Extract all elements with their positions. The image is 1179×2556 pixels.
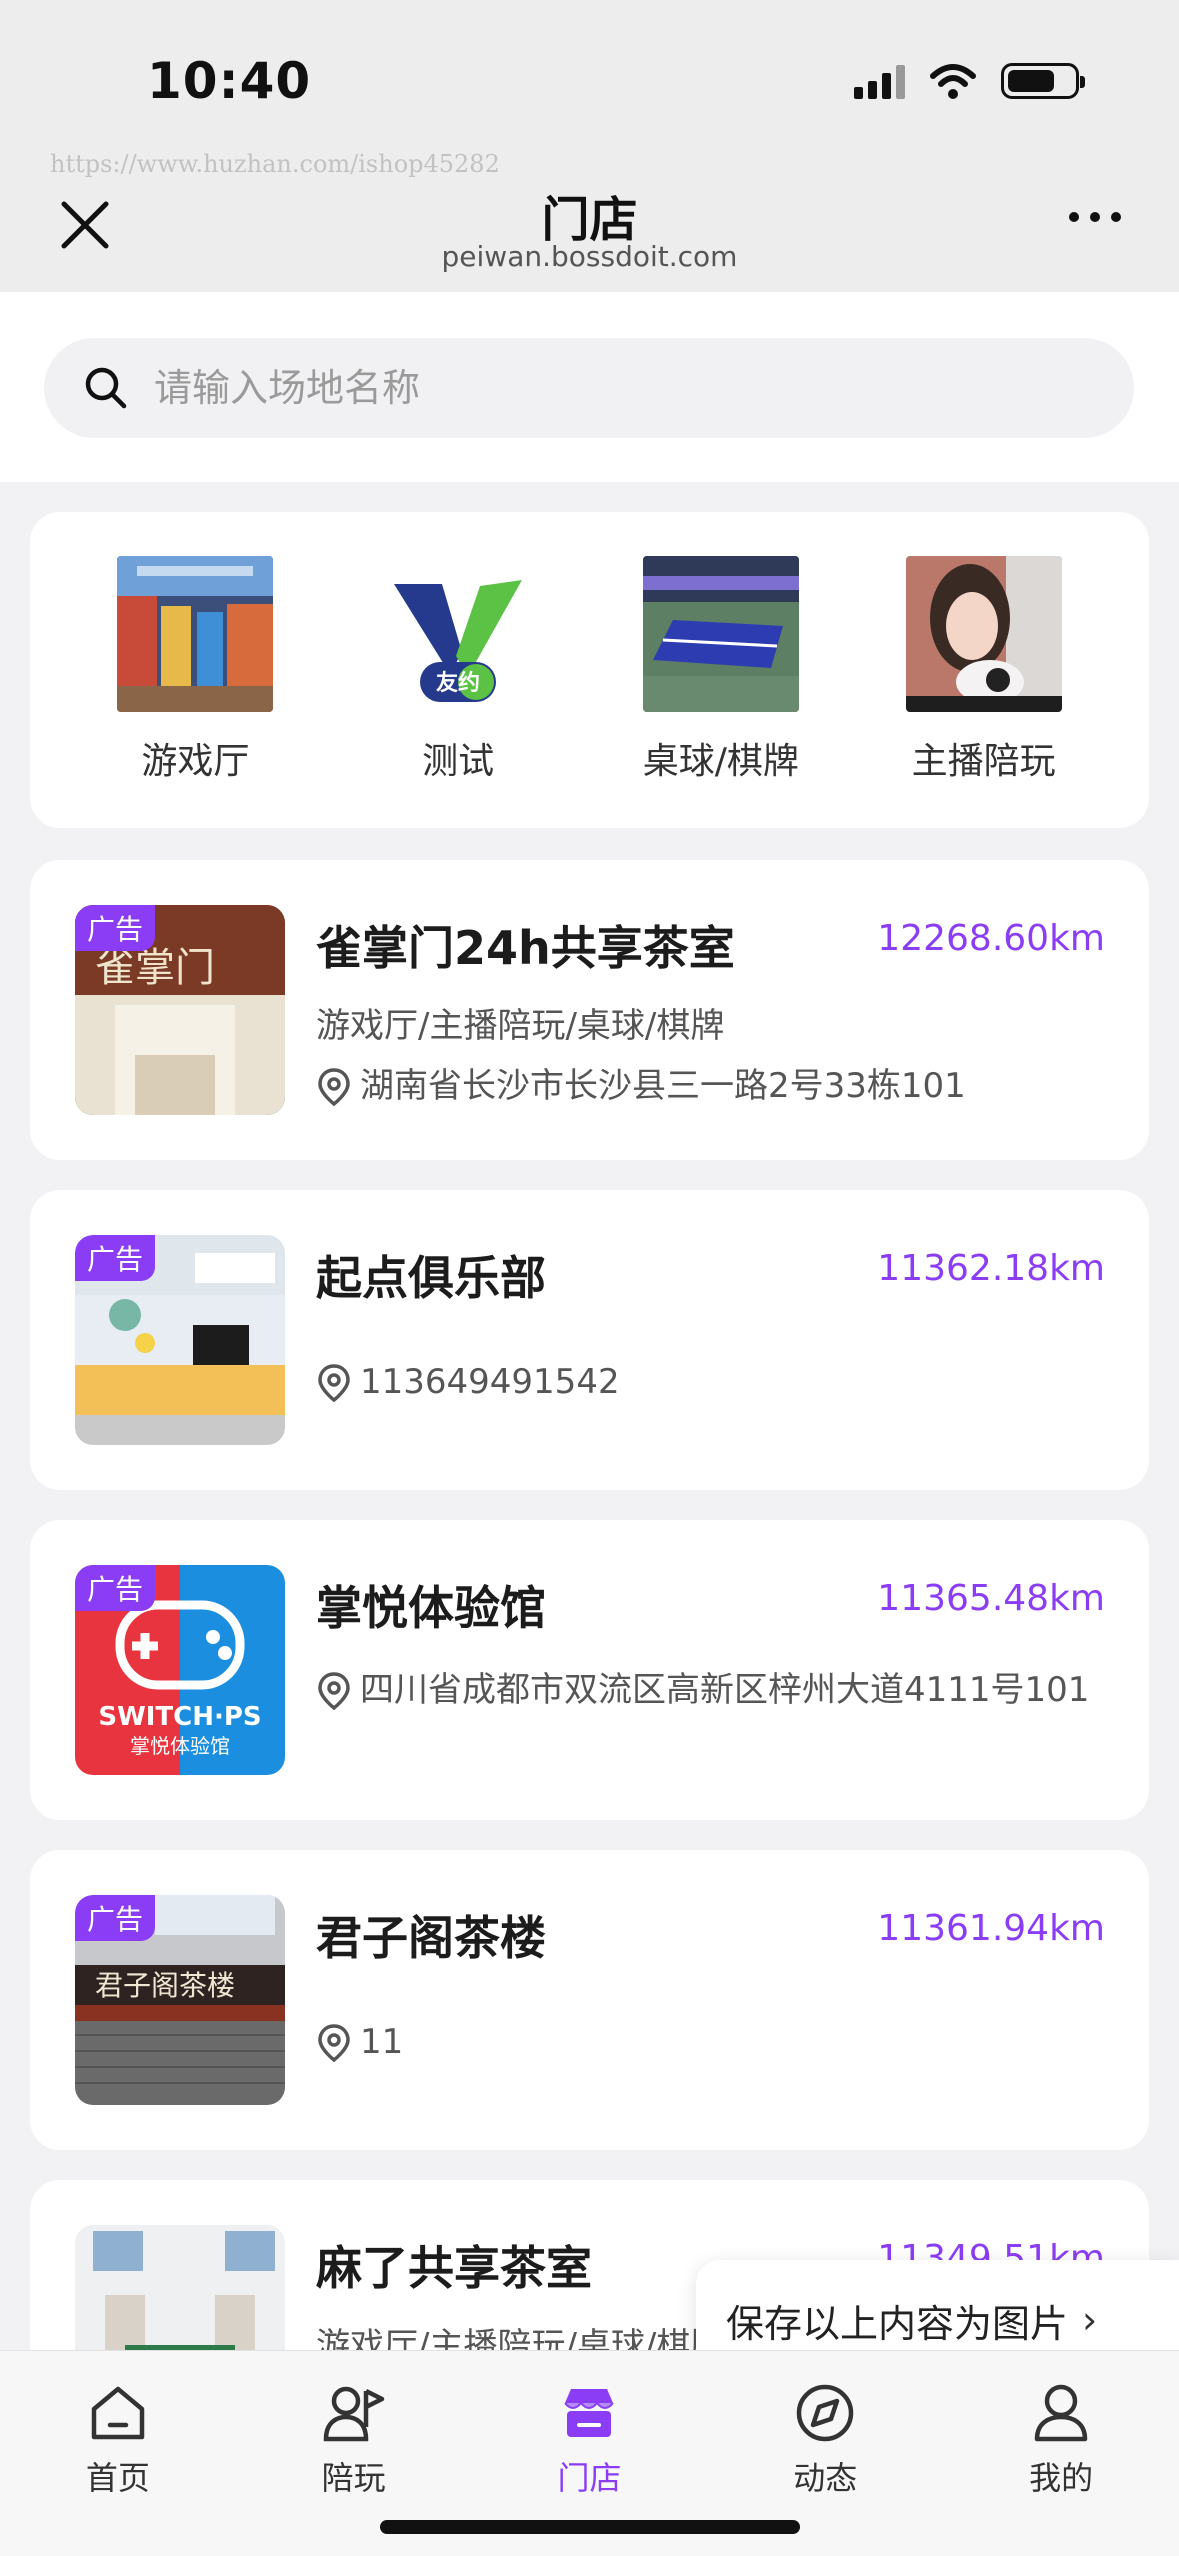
store-icon [564, 2389, 615, 2437]
store-name: 雀掌门24h共享茶室 [316, 921, 735, 975]
home-icon [91, 2386, 145, 2440]
battery-icon [1001, 63, 1085, 99]
location-pin-icon [318, 1068, 350, 1107]
category-label: 桌球/棋牌 [642, 741, 799, 782]
ad-badge: 广告 [75, 1895, 156, 1941]
store-distance: 11361.94km [877, 1908, 1105, 1949]
location-pin-icon [318, 1672, 350, 1711]
tab-label: 门店 [557, 2459, 622, 2497]
ad-badge: 广告 [75, 905, 156, 951]
streamer-photo-icon [905, 556, 1062, 712]
store-distance: 11365.48km [877, 1578, 1105, 1619]
table-tennis-photo-icon [642, 556, 799, 712]
page-domain: peiwan.bossdoit.com [441, 240, 738, 273]
store-card[interactable]: 雀掌门 广告 雀掌门24h共享茶室 12268.60km 游戏厅/主播陪玩/桌球… [30, 860, 1149, 1160]
store-distance: 12268.60km [877, 918, 1105, 959]
store-address: 四川省成都市双流区高新区梓州大道4111号101 [316, 1664, 1106, 1716]
search-icon [85, 367, 127, 409]
store-card[interactable]: SWITCH·PS 掌悦体验馆 广告 掌悦体验馆 11365.48km 四川省成… [30, 1520, 1149, 1820]
companion-icon [323, 2386, 384, 2442]
store-address-text: 113649491542 [360, 1362, 620, 1402]
top-bar: 10:40 https://www.huzhan.com/ishop45282 … [0, 0, 1179, 292]
arcade-photo-icon [117, 556, 274, 712]
tab-label: 我的 [1029, 2459, 1094, 2497]
store-name: 起点俱乐部 [316, 1251, 546, 1305]
store-logo-subtext: 掌悦体验馆 [130, 1734, 230, 1758]
cellular-signal-icon [854, 63, 905, 99]
store-distance: 11362.18km [877, 1248, 1105, 1289]
tab-label: 陪玩 [321, 2459, 386, 2497]
store-address-text: 四川省成都市双流区高新区梓州大道4111号101 [360, 1670, 1090, 1710]
watermark: https://www.huzhan.com/ishop45282 [50, 150, 500, 178]
status-icons [854, 62, 1085, 100]
store-card[interactable]: 君子阁茶楼 广告 君子阁茶楼 11361.94km 11 [30, 1850, 1149, 2150]
store-address: 113649491542 [316, 1356, 1106, 1408]
tab-profile[interactable]: 我的 [961, 2381, 1161, 2556]
location-pin-icon [318, 1364, 350, 1403]
store-name: 君子阁茶楼 [316, 1911, 546, 1965]
category-label: 测试 [422, 741, 495, 782]
store-thumbnail: 雀掌门 广告 [75, 905, 285, 1115]
store-card[interactable]: 广告 起点俱乐部 11362.18km 113649491542 [30, 1190, 1149, 1490]
status-time: 10:40 [147, 52, 312, 110]
store-name: 麻了共享茶室 [316, 2241, 592, 2295]
profile-icon [1034, 2384, 1088, 2442]
svg-text:雀掌门: 雀掌门 [95, 945, 215, 991]
home-indicator [380, 2520, 800, 2534]
store-thumbnail: 广告 [75, 1235, 285, 1445]
store-tags: 游戏厅/主播陪玩/桌球/棋牌 [316, 1006, 725, 1046]
category-test[interactable]: 友约 测试 [358, 556, 558, 828]
category-label: 游戏厅 [141, 741, 250, 782]
search-input[interactable] [154, 366, 1054, 410]
ad-badge: 广告 [75, 1565, 156, 1611]
store-logo-text: SWITCH·PS [98, 1702, 261, 1732]
youyue-logo-icon: 友约 [380, 556, 537, 712]
category-streamer[interactable]: 主播陪玩 [884, 556, 1084, 828]
store-name: 掌悦体验馆 [316, 1581, 546, 1635]
store-thumbnail: SWITCH·PS 掌悦体验馆 广告 [75, 1565, 285, 1775]
wifi-icon [930, 64, 976, 99]
category-arcade[interactable]: 游戏厅 [95, 556, 295, 828]
tab-label: 动态 [793, 2459, 858, 2497]
compass-icon [797, 2384, 854, 2442]
chevron-right-icon: › [1082, 2298, 1098, 2342]
category-grid: 游戏厅 友约 测试 桌球/棋牌 主播陪玩 [30, 512, 1149, 828]
store-address: 湖南省长沙市长沙县三一路2号33栋101 [316, 1060, 1106, 1112]
tab-label: 首页 [85, 2459, 150, 2497]
tab-home[interactable]: 首页 [18, 2381, 218, 2556]
ad-badge: 广告 [75, 1235, 156, 1281]
category-label: 主播陪玩 [911, 741, 1056, 782]
search-bar[interactable] [44, 338, 1134, 438]
store-address: 11 [316, 2016, 1106, 2068]
store-address-text: 湖南省长沙市长沙县三一路2号33栋101 [360, 1066, 966, 1106]
store-sign-text: 君子阁茶楼 [95, 1969, 235, 2002]
save-as-image-label: 保存以上内容为图片 [726, 2301, 1069, 2346]
more-options-icon[interactable] [1069, 212, 1121, 222]
store-address-text: 11 [360, 2022, 404, 2062]
store-thumbnail: 君子阁茶楼 广告 [75, 1895, 285, 2105]
svg-text:友约: 友约 [436, 670, 480, 696]
location-pin-icon [318, 2024, 350, 2063]
category-billiards-chess[interactable]: 桌球/棋牌 [621, 556, 821, 828]
search-area [0, 292, 1179, 482]
